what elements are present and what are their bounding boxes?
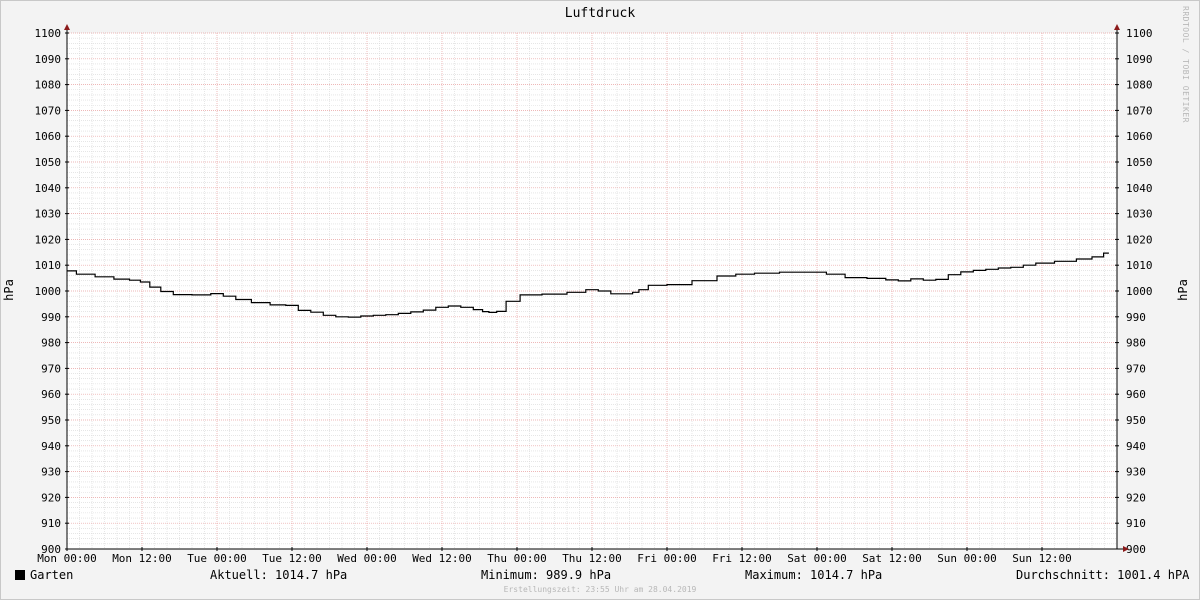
chart-plot: 900 910 920 930 940 950 960 970 980 990 1000 1010 10… (2, 24, 1190, 565)
x-tick-label: Fri 12:00 (712, 552, 772, 565)
y-tick-label-left: 990 (41, 311, 61, 324)
y-tick-label-left: 1010 (35, 259, 62, 272)
y-tick-label-right: 980 (1126, 337, 1146, 350)
y-tick-label-right: 940 (1126, 440, 1146, 453)
y-tick-label-right: 910 (1126, 517, 1146, 530)
y-tick-label-left: 960 (41, 388, 61, 401)
y-tick-label-right: 960 (1126, 388, 1146, 401)
y-tick-label-right: 1070 (1126, 104, 1153, 117)
y-tick-label-left: 1050 (35, 156, 62, 169)
y-tick-label-right: 930 (1126, 466, 1146, 479)
creation-time-footer: Erstellungszeit: 23:55 Uhr am 28.04.2019 (503, 585, 697, 594)
stat-aktuell: Aktuell: 1014.7 hPa (210, 568, 348, 582)
x-tick-label: Mon 12:00 (112, 552, 172, 565)
y-tick-label-left: 930 (41, 466, 61, 479)
y-tick-label-right: 1100 (1126, 27, 1153, 40)
y-tick-label-left: 950 (41, 414, 61, 427)
y-tick-label-left: 1090 (35, 53, 62, 66)
y-tick-label-right: 1090 (1126, 53, 1153, 66)
x-tick-label: Fri 00:00 (637, 552, 697, 565)
y-tick-label-left: 970 (41, 362, 61, 375)
y-tick-labels-left: 9009109209309409509609709809901000101010… (35, 27, 69, 556)
y-tick-label-right: 990 (1126, 311, 1146, 324)
y-tick-label-right: 1040 (1126, 182, 1153, 195)
stat-minimum: Minimum: 989.9 hPa (481, 568, 612, 582)
y-tick-labels-right: 900 910 920 930 940 950 960 970 980 990 1000 1010 10… (1115, 27, 1153, 556)
legend-item-garten: Garten (15, 568, 73, 582)
y-tick-label-right: 920 (1126, 491, 1146, 504)
y-tick-label-left: 1040 (35, 182, 62, 195)
legend-swatch (15, 570, 25, 580)
y-tick-label-right: 970 (1126, 362, 1146, 375)
y-tick-label-left: 910 (41, 517, 61, 530)
x-tick-label: Sat 00:00 (787, 552, 847, 565)
y-axis-label-right: hPa (1176, 279, 1190, 301)
x-tick-label: Wed 00:00 (337, 552, 397, 565)
y-tick-label-right: 900 (1126, 543, 1146, 556)
y-tick-label-right: 1080 (1126, 79, 1153, 92)
x-tick-label: Thu 12:00 (562, 552, 622, 565)
y-tick-label-right: 1030 (1126, 208, 1153, 221)
y-tick-label-right: 950 (1126, 414, 1146, 427)
y-tick-label-left: 1020 (35, 233, 62, 246)
y-tick-label-right: 1020 (1126, 233, 1153, 246)
x-tick-label: Thu 00:00 (487, 552, 547, 565)
x-tick-label: Tue 12:00 (262, 552, 322, 565)
y-tick-label-right: 1000 (1126, 285, 1153, 298)
y-tick-label-left: 1100 (35, 27, 62, 40)
x-tick-label: Sun 12:00 (1012, 552, 1072, 565)
y-tick-label-left: 940 (41, 440, 61, 453)
stat-maximum: Maximum: 1014.7 hPa (745, 568, 883, 582)
y-tick-label-left: 1030 (35, 208, 62, 221)
y-tick-label-right: 1050 (1126, 156, 1153, 169)
y-axis-right-arrow (1114, 24, 1120, 30)
x-tick-label: Tue 00:00 (187, 552, 247, 565)
y-tick-label-right: 1010 (1126, 259, 1153, 272)
y-tick-label-left: 920 (41, 491, 61, 504)
y-tick-label-left: 1060 (35, 130, 62, 143)
y-axis-left-arrow (64, 24, 70, 30)
y-tick-label-left: 1070 (35, 104, 62, 117)
x-tick-label: Sun 00:00 (937, 552, 997, 565)
x-tick-labels: Mon 00:00 Mon 12:00 Tue 00:00 Tue 12:00 Wed … (37, 547, 1072, 565)
y-axis-label-left: hPa (2, 279, 16, 301)
y-tick-label-right: 1060 (1126, 130, 1153, 143)
x-tick-label: Mon 00:00 (37, 552, 97, 565)
x-tick-label: Wed 12:00 (412, 552, 472, 565)
y-tick-label-left: 980 (41, 337, 61, 350)
x-tick-label: Sat 12:00 (862, 552, 922, 565)
stat-durchschnitt: Durchschnitt: 1001.4 hPA (1016, 568, 1190, 582)
legend-label: Garten (30, 568, 74, 582)
y-tick-label-left: 1080 (35, 79, 62, 92)
y-tick-label-left: 1000 (35, 285, 62, 298)
